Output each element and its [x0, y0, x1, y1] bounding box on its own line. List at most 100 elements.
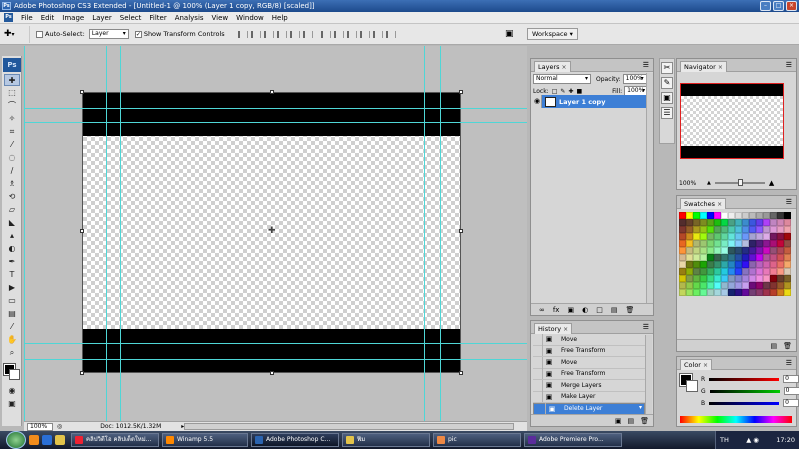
brushes-icon[interactable]: ✎: [661, 77, 673, 89]
color-swatch[interactable]: [679, 261, 686, 268]
transform-handle[interactable]: [270, 90, 274, 94]
color-swatch[interactable]: [679, 282, 686, 289]
align-hcenter-icon[interactable]: [288, 29, 300, 40]
color-swatch[interactable]: [707, 212, 714, 219]
color-swatch[interactable]: [679, 212, 686, 219]
color-swatch[interactable]: [728, 240, 735, 247]
color-swatch[interactable]: [686, 254, 693, 261]
color-swatch[interactable]: [742, 233, 749, 240]
color-swatch[interactable]: [686, 268, 693, 275]
color-swatch[interactable]: [700, 275, 707, 282]
transform-handle[interactable]: [80, 229, 84, 233]
color-swatch[interactable]: [756, 247, 763, 254]
tab-layers[interactable]: Layers ×: [534, 61, 571, 72]
color-swatch[interactable]: [763, 282, 770, 289]
info-icon[interactable]: ☰: [661, 107, 673, 119]
workspace-button[interactable]: Workspace ▾: [527, 28, 578, 40]
distribute-vcenter-icon[interactable]: [332, 29, 344, 40]
color-swatch[interactable]: [721, 289, 728, 296]
color-swatch[interactable]: [693, 219, 700, 226]
color-swatch[interactable]: [686, 240, 693, 247]
align-left-icon[interactable]: [275, 29, 287, 40]
color-swatch[interactable]: [714, 254, 721, 261]
blur-tool-icon[interactable]: ▴: [4, 230, 20, 242]
color-swatch[interactable]: [714, 261, 721, 268]
color-swatch[interactable]: [686, 212, 693, 219]
color-swatch[interactable]: [728, 282, 735, 289]
quicklaunch-firefox-icon[interactable]: [29, 435, 39, 445]
close-button[interactable]: ×: [786, 1, 797, 11]
transform-handle[interactable]: [459, 90, 463, 94]
color-swatch[interactable]: [742, 275, 749, 282]
menu-image[interactable]: Image: [58, 14, 88, 22]
color-swatch[interactable]: [749, 240, 756, 247]
color-swatch[interactable]: [721, 219, 728, 226]
distribute-left-icon[interactable]: [358, 29, 370, 40]
color-swatch[interactable]: [763, 289, 770, 296]
auto-select-option[interactable]: Auto-Select:: [36, 30, 85, 38]
color-swatch[interactable]: [707, 240, 714, 247]
close-icon[interactable]: ×: [718, 64, 723, 71]
color-swatch[interactable]: [707, 226, 714, 233]
color-swatch[interactable]: [777, 268, 784, 275]
task-photoshop[interactable]: Adobe Photoshop C...: [251, 433, 339, 447]
navigator-preview[interactable]: [680, 83, 784, 159]
notes-tool-icon[interactable]: ▤: [4, 308, 20, 320]
color-swatch[interactable]: [784, 289, 791, 296]
color-swatch[interactable]: [693, 275, 700, 282]
color-swatch[interactable]: [749, 282, 756, 289]
color-swatch[interactable]: [700, 226, 707, 233]
color-swatch[interactable]: [756, 233, 763, 240]
color-swatch[interactable]: [770, 233, 777, 240]
magic-wand-icon[interactable]: ✧: [4, 113, 20, 125]
tab-color[interactable]: Color ×: [680, 359, 713, 370]
color-swatch[interactable]: [707, 254, 714, 261]
color-swatch[interactable]: [777, 261, 784, 268]
history-item[interactable]: ▣ Free Transform: [533, 345, 645, 357]
panel-menu-icon[interactable]: ☰: [786, 359, 792, 367]
delete-state-icon[interactable]: 🗑: [640, 417, 649, 425]
color-swatch[interactable]: [784, 254, 791, 261]
color-swatch[interactable]: [742, 219, 749, 226]
color-swatch[interactable]: [714, 247, 721, 254]
color-swatch[interactable]: [777, 240, 784, 247]
color-swatch[interactable]: [777, 289, 784, 296]
align-right-icon[interactable]: [301, 29, 313, 40]
color-swatch[interactable]: [735, 233, 742, 240]
color-swatch[interactable]: [763, 233, 770, 240]
color-swatch[interactable]: [714, 275, 721, 282]
marquee-tool-icon[interactable]: ⬚: [4, 87, 20, 99]
color-swatch[interactable]: [714, 289, 721, 296]
history-state-box[interactable]: [533, 356, 543, 368]
color-swatch[interactable]: [714, 219, 721, 226]
quick-mask-icon[interactable]: ◉: [4, 385, 20, 397]
crop-tool-icon[interactable]: ⌗: [4, 126, 20, 138]
color-swatch[interactable]: [749, 233, 756, 240]
layer-row[interactable]: ◉ Layer 1 copy: [533, 95, 647, 108]
color-swatch[interactable]: [686, 282, 693, 289]
color-swatch[interactable]: [770, 240, 777, 247]
color-swatch[interactable]: [721, 247, 728, 254]
color-swatch[interactable]: [728, 254, 735, 261]
zoom-icon[interactable]: ◎: [57, 422, 62, 431]
type-tool-icon[interactable]: T: [4, 269, 20, 281]
color-swatch[interactable]: [784, 282, 791, 289]
zoom-slider-thumb[interactable]: [737, 179, 743, 186]
color-swatch[interactable]: [763, 212, 770, 219]
color-swatch[interactable]: [763, 268, 770, 275]
eyedropper2-icon[interactable]: ⁄: [4, 321, 20, 333]
pen-tool-icon[interactable]: ✒: [4, 256, 20, 268]
color-swatch[interactable]: [693, 268, 700, 275]
minimize-button[interactable]: –: [760, 1, 771, 11]
color-swatches[interactable]: [3, 363, 21, 381]
task-winamp[interactable]: Winamp 5.5: [162, 433, 248, 447]
color-swatch[interactable]: [763, 275, 770, 282]
color-swatch[interactable]: [693, 254, 700, 261]
color-swatch[interactable]: [700, 233, 707, 240]
history-item[interactable]: ▣ Delete Layer: [533, 403, 645, 415]
color-swatch[interactable]: [735, 289, 742, 296]
color-swatch[interactable]: [777, 233, 784, 240]
tool-preset-picker[interactable]: ✚ ▾: [4, 25, 30, 43]
color-swatch[interactable]: [728, 289, 735, 296]
color-swatch[interactable]: [763, 219, 770, 226]
